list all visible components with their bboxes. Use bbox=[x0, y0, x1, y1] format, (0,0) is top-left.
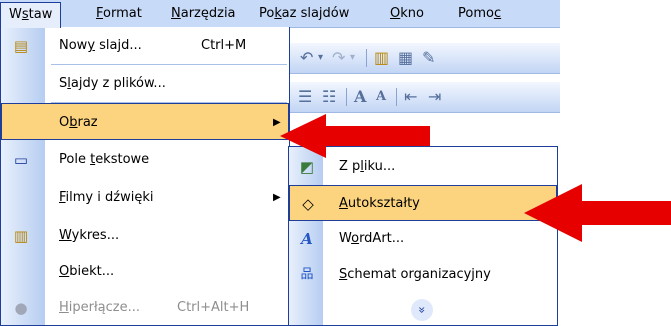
redo-dropdown-icon[interactable]: ▾ bbox=[350, 48, 355, 68]
menu-pokaz-slajdow[interactable]: Pokaz slajdów bbox=[251, 3, 357, 24]
text-box-icon: ▭ bbox=[13, 151, 29, 169]
toolbar-separator bbox=[396, 88, 397, 106]
submenu-item-wordart[interactable]: A WordArt... bbox=[289, 221, 557, 257]
submenu-item-autoshapes[interactable]: ◇ Autokształty bbox=[289, 185, 557, 221]
menu-item-new-slide[interactable]: ▤ Nowy slajd... Ctrl+M bbox=[1, 27, 289, 64]
menu-format[interactable]: Format bbox=[88, 3, 150, 24]
menu-narzedzia[interactable]: Narzędzia bbox=[163, 3, 244, 24]
bullets-icon[interactable]: ☷ bbox=[322, 87, 336, 107]
wordart-icon: A bbox=[301, 230, 313, 248]
picture-submenu: ◩ Z pliku... ◇ Autokształty A WordArt...… bbox=[288, 146, 558, 326]
menu-item-picture[interactable]: Obraz ▶ bbox=[1, 103, 289, 140]
shortcut-label: Ctrl+M bbox=[201, 38, 247, 53]
autoshapes-icon: ◇ bbox=[302, 195, 314, 213]
menu-wstaw[interactable]: Wstaw bbox=[0, 2, 62, 28]
redo-icon[interactable]: ↷ bbox=[332, 48, 345, 68]
insert-table-icon[interactable]: ▦ bbox=[398, 48, 413, 68]
submenu-item-org-chart[interactable]: 品 Schemat organizacyjny bbox=[289, 257, 557, 293]
draw-tools-icon[interactable]: ✎ bbox=[422, 48, 435, 68]
expand-menu-chevron-icon[interactable]: » bbox=[411, 299, 433, 321]
undo-dropdown-icon[interactable]: ▾ bbox=[318, 48, 323, 68]
menu-item-movies-sounds[interactable]: Filmy i dźwięki ▶ bbox=[1, 179, 289, 216]
increase-font-icon[interactable]: A bbox=[354, 87, 366, 107]
undo-icon[interactable]: ↶ bbox=[300, 48, 313, 68]
standard-toolbar: ↶ ▾ ↷ ▾ ▥ ▦ ✎ bbox=[288, 43, 560, 74]
menu-item-hyperlink[interactable]: ● Hiperłącze... Ctrl+Alt+H bbox=[1, 289, 289, 326]
chart-icon: ▥ bbox=[13, 227, 29, 245]
toolbar-separator bbox=[346, 88, 347, 106]
decrease-indent-icon[interactable]: ⇤ bbox=[404, 87, 417, 107]
menu-item-slides-from-files[interactable]: Slajdy z plików... bbox=[1, 65, 289, 102]
picture-from-file-icon: ◩ bbox=[299, 158, 315, 176]
menu-item-text-box[interactable]: ▭ Pole tekstowe bbox=[1, 141, 289, 178]
toolbar-separator bbox=[366, 49, 367, 67]
menu-item-object[interactable]: Obiekt... bbox=[1, 253, 289, 290]
new-slide-icon: ▤ bbox=[13, 37, 29, 55]
menu-pomoc[interactable]: Pomoc bbox=[450, 3, 509, 24]
insert-chart-icon[interactable]: ▥ bbox=[374, 48, 389, 68]
red-arrow-obraz bbox=[280, 114, 430, 158]
org-chart-icon: 品 bbox=[300, 267, 314, 282]
menu-okno[interactable]: Okno bbox=[382, 3, 432, 24]
shortcut-label: Ctrl+Alt+H bbox=[177, 300, 250, 315]
hyperlink-icon: ● bbox=[14, 299, 28, 317]
decrease-font-icon[interactable]: A bbox=[376, 87, 386, 107]
formatting-toolbar: ☰ ☷ A A ⇤ ⇥ bbox=[288, 82, 560, 113]
increase-indent-icon[interactable]: ⇥ bbox=[428, 87, 441, 107]
submenu-arrow-icon: ▶ bbox=[273, 192, 281, 203]
menu-item-chart[interactable]: ▥ Wykres... bbox=[1, 217, 289, 254]
red-arrow-autoksztalty bbox=[524, 184, 671, 242]
numbering-icon[interactable]: ☰ bbox=[298, 87, 312, 107]
insert-menu: ▤ Nowy slajd... Ctrl+M Slajdy z plików..… bbox=[0, 27, 290, 326]
menu-bar: Wstaw Format Narzędzia Pokaz slajdów Okn… bbox=[0, 0, 560, 28]
